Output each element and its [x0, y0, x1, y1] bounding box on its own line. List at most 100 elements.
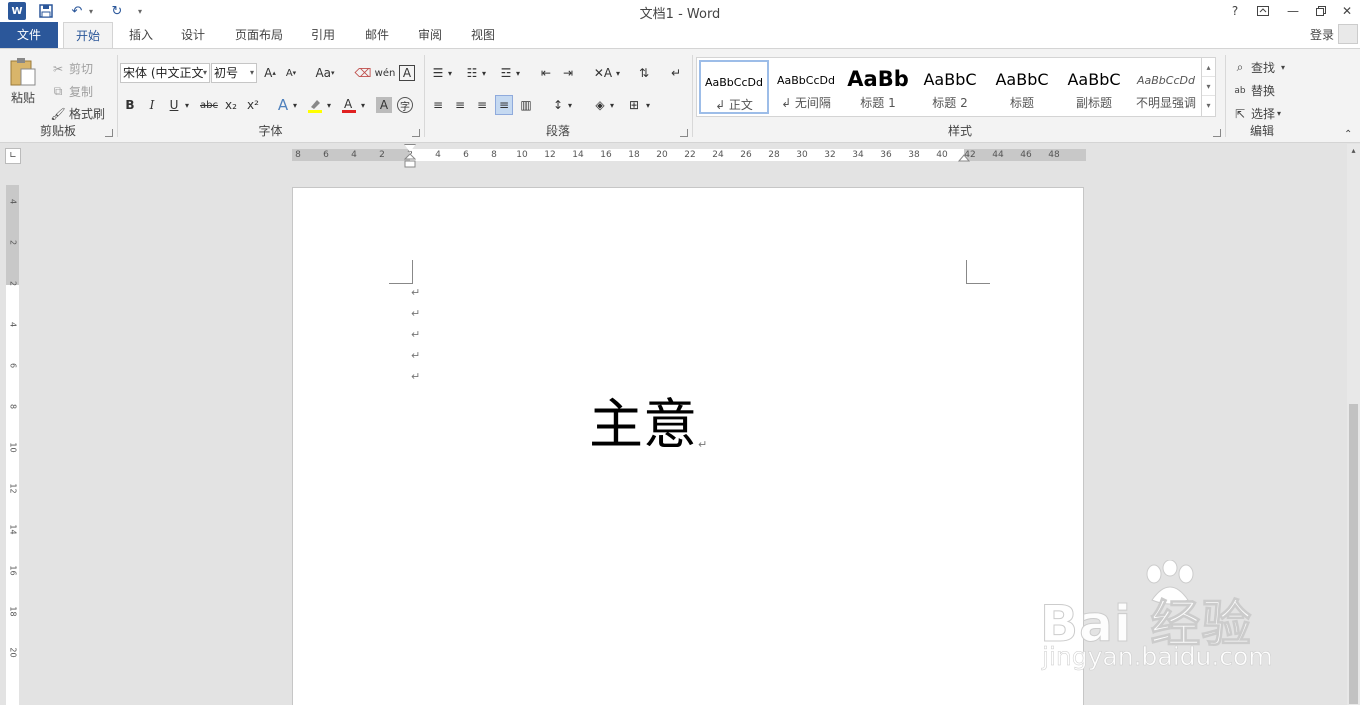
phonetic-guide-icon[interactable]: wén: [375, 63, 396, 83]
character-border-icon[interactable]: A: [399, 65, 415, 81]
tab-insert[interactable]: 插入: [118, 22, 164, 48]
chevron-down-icon[interactable]: ▾: [513, 63, 523, 83]
shrink-font-button[interactable]: A ▾: [282, 63, 300, 83]
ruler-tick-label: 20: [8, 647, 18, 658]
ruler-tick-label: 8: [491, 150, 497, 160]
italic-button[interactable]: I: [143, 95, 161, 115]
cut-button[interactable]: ✂ 剪切: [50, 60, 93, 77]
chevron-down-icon[interactable]: ▾: [643, 95, 653, 115]
increase-indent-icon[interactable]: ⇥: [559, 63, 577, 83]
underline-button[interactable]: U: [165, 95, 183, 115]
chevron-down-icon[interactable]: ▾: [358, 95, 368, 115]
paste-label: 粘贴: [10, 91, 35, 105]
right-indent-marker[interactable]: [958, 154, 970, 162]
avatar[interactable]: [1338, 24, 1358, 44]
show-marks-icon[interactable]: ↵: [667, 63, 685, 83]
font-launcher-icon[interactable]: [412, 129, 420, 137]
highlight-icon[interactable]: [306, 95, 324, 115]
align-right-icon[interactable]: ≡: [473, 95, 491, 115]
strikethrough-button[interactable]: abc: [198, 95, 220, 115]
clipboard-launcher-icon[interactable]: [105, 129, 113, 137]
ruler-tick-label: 12: [544, 150, 556, 160]
scroll-up-icon[interactable]: ▴: [1347, 146, 1360, 158]
scroll-thumb[interactable]: [1349, 404, 1358, 704]
character-shading-icon[interactable]: A: [376, 97, 392, 113]
find-button[interactable]: ⌕ 查找 ▾: [1232, 59, 1285, 76]
ribbon-home: 粘贴 ✂ 剪切 ⧉ 复制 🖌 格式刷 剪贴板 宋体 (中文正文 ▾ 初号 ▾ A ▴ A ▾ …: [0, 48, 1360, 143]
subscript-button[interactable]: x₂: [222, 95, 240, 115]
chevron-down-icon[interactable]: ▾: [607, 95, 617, 115]
ruler-tick-label: 14: [572, 150, 584, 160]
format-painter-button[interactable]: 🖌 格式刷: [50, 105, 105, 122]
chevron-down-icon[interactable]: ▾: [565, 95, 575, 115]
hanging-indent-marker[interactable]: [404, 154, 416, 168]
copy-button[interactable]: ⧉ 复制: [50, 83, 93, 100]
change-case-button[interactable]: Aa ▾: [311, 63, 339, 83]
tab-mailings[interactable]: 邮件: [354, 22, 400, 48]
clear-formatting-icon[interactable]: ⌫: [354, 63, 372, 83]
ruler-tick-label: 44: [992, 150, 1004, 160]
help-button[interactable]: ?: [1222, 2, 1248, 20]
tab-view[interactable]: 视图: [460, 22, 506, 48]
document-body-text[interactable]: 主意: [589, 393, 697, 457]
tab-references[interactable]: 引用: [300, 22, 346, 48]
ruler-tick-label: 26: [740, 150, 752, 160]
justify-icon[interactable]: ≡: [495, 95, 513, 115]
tab-design[interactable]: 设计: [170, 22, 216, 48]
tab-home[interactable]: 开始: [63, 22, 113, 49]
ruler-tick-label: 10: [8, 442, 18, 453]
sort-icon[interactable]: ⇅: [635, 63, 653, 83]
select-button[interactable]: ⇱ 选择 ▾: [1232, 105, 1281, 122]
ruler-tick-label: 20: [656, 150, 668, 160]
paste-button[interactable]: 粘贴: [6, 57, 40, 117]
collapse-ribbon-icon[interactable]: ⌃: [1344, 129, 1352, 140]
ruler-tick-label: 16: [8, 565, 18, 576]
replace-button[interactable]: ab 替换: [1232, 82, 1275, 99]
ruler-tick-label: 16: [600, 150, 612, 160]
ruler-tick-label: 32: [824, 150, 836, 160]
chevron-down-icon[interactable]: ▾: [290, 95, 300, 115]
minimize-icon[interactable]: —: [1280, 2, 1306, 20]
tab-file[interactable]: 文件: [0, 22, 58, 48]
grow-font-button[interactable]: A ▴: [261, 63, 279, 83]
chevron-down-icon[interactable]: ▾: [479, 63, 489, 83]
tab-selector[interactable]: ∟: [5, 148, 21, 164]
bold-button[interactable]: B: [121, 95, 139, 115]
vertical-ruler[interactable]: 4 2 2 4 6 8 10 12 14 16 18 20: [6, 185, 19, 705]
window-title: 文档1 - Word: [639, 7, 721, 22]
font-name-combo[interactable]: 宋体 (中文正文 ▾: [120, 63, 210, 83]
styles-launcher-icon[interactable]: [1213, 129, 1221, 137]
restore-icon[interactable]: [1308, 2, 1334, 20]
ruler-tick-label: 38: [908, 150, 920, 160]
align-left-icon[interactable]: ≡: [429, 95, 447, 115]
tab-review[interactable]: 审阅: [407, 22, 453, 48]
font-color-icon[interactable]: A: [340, 95, 358, 115]
chevron-down-icon[interactable]: ▾: [445, 63, 455, 83]
enclose-characters-icon[interactable]: 字: [397, 97, 413, 113]
distributed-icon[interactable]: ▥: [517, 95, 535, 115]
font-size-combo[interactable]: 初号 ▾: [211, 63, 257, 83]
decrease-indent-icon[interactable]: ⇤: [537, 63, 555, 83]
tab-page-layout[interactable]: 页面布局: [226, 22, 292, 48]
vertical-scrollbar[interactable]: ▴: [1347, 144, 1360, 705]
login-link[interactable]: 登录: [1310, 22, 1334, 48]
styles-group-label: 样式: [947, 124, 972, 138]
chevron-down-icon: ▾: [1277, 109, 1282, 118]
ruler-tick-label: 2: [8, 280, 18, 287]
superscript-button[interactable]: x²: [244, 95, 262, 115]
ruler-tick-label: 4: [435, 150, 441, 160]
ruler-tick-label: 36: [880, 150, 892, 160]
chevron-down-icon[interactable]: ▾: [324, 95, 334, 115]
paragraph-mark: ↵: [411, 370, 421, 383]
ribbon-display-options-icon[interactable]: [1250, 2, 1276, 20]
close-icon[interactable]: ✕: [1334, 2, 1360, 20]
chinese-layout-icon[interactable]: ✕A: [591, 63, 615, 83]
paintbrush-icon: 🖌: [50, 106, 66, 121]
chevron-down-icon[interactable]: ▾: [613, 63, 623, 83]
document-page[interactable]: ↵ ↵ ↵ ↵ ↵ 主意 ↵: [292, 187, 1084, 705]
paragraph-launcher-icon[interactable]: [680, 129, 688, 137]
borders-icon[interactable]: ⊞: [625, 95, 643, 115]
align-center-icon[interactable]: ≡: [451, 95, 469, 115]
ruler-tick-label: 28: [768, 150, 780, 160]
chevron-down-icon[interactable]: ▾: [182, 95, 192, 115]
